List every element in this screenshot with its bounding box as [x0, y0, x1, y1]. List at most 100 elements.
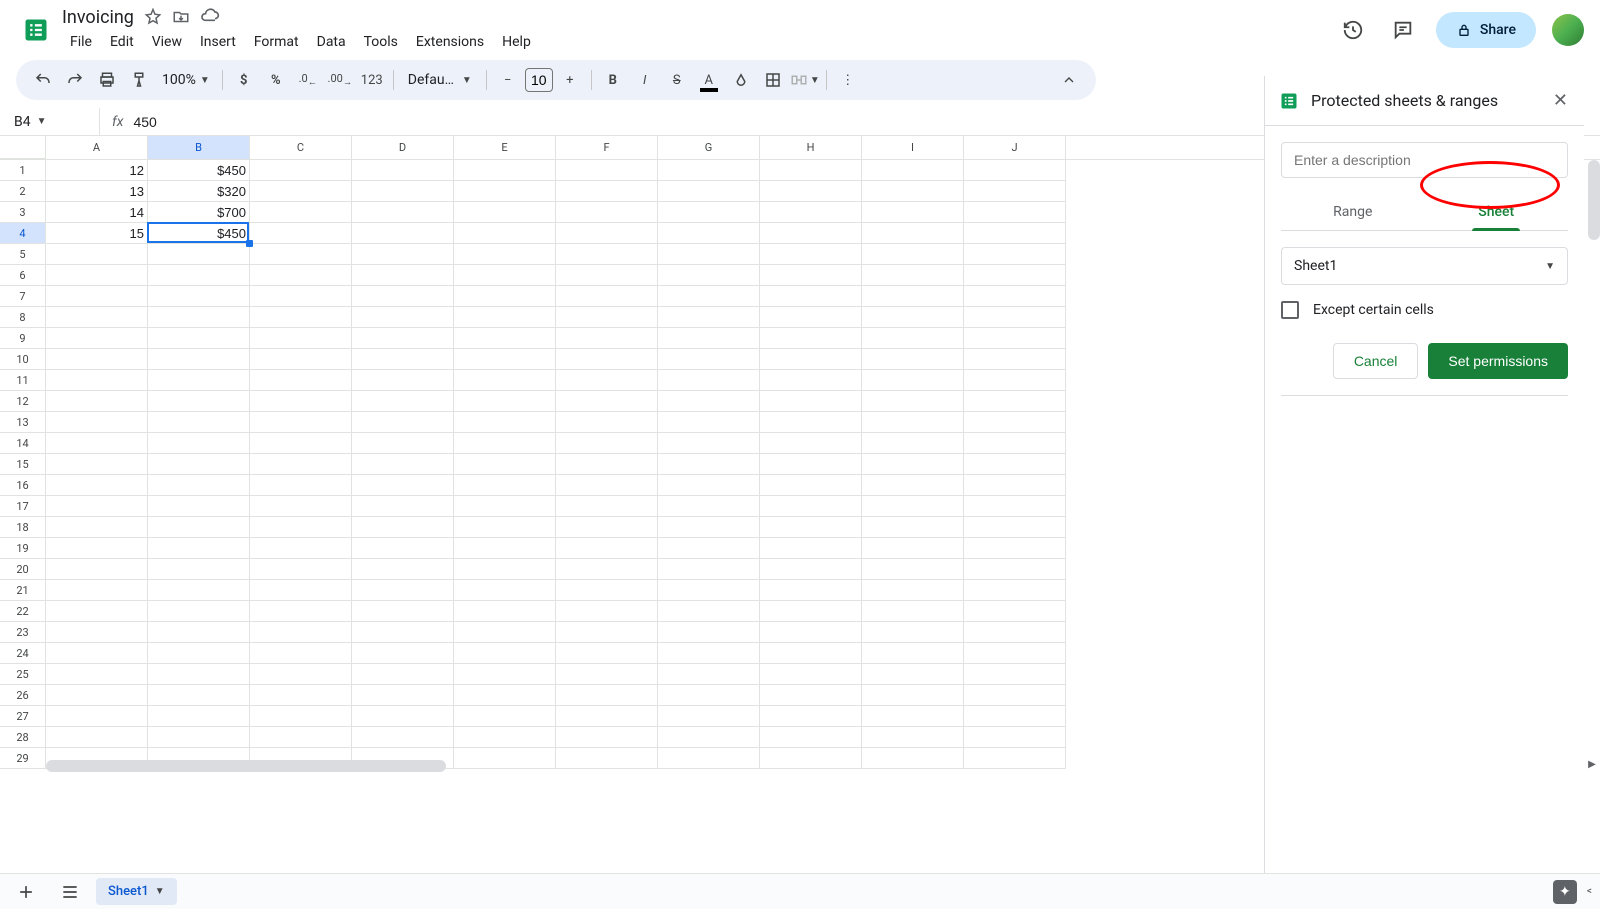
cell[interactable] [658, 496, 760, 517]
row-header[interactable]: 1 [0, 160, 46, 181]
cell[interactable] [862, 538, 964, 559]
cell[interactable] [760, 601, 862, 622]
cell[interactable]: $700 [148, 202, 250, 223]
cell[interactable] [658, 685, 760, 706]
row-header[interactable]: 17 [0, 496, 46, 517]
cell[interactable] [556, 475, 658, 496]
cell[interactable] [454, 160, 556, 181]
row-header[interactable]: 2 [0, 181, 46, 202]
cell[interactable] [556, 517, 658, 538]
cell[interactable] [862, 412, 964, 433]
cell[interactable]: $320 [148, 181, 250, 202]
cell[interactable] [148, 559, 250, 580]
cell[interactable] [454, 202, 556, 223]
cell[interactable] [46, 643, 148, 664]
cell[interactable] [250, 580, 352, 601]
increase-decimal-button[interactable]: .00→ [325, 65, 355, 95]
cell[interactable] [964, 160, 1066, 181]
cell[interactable] [454, 601, 556, 622]
row-header[interactable]: 28 [0, 727, 46, 748]
cell[interactable] [454, 706, 556, 727]
cell[interactable] [862, 307, 964, 328]
cell[interactable] [556, 370, 658, 391]
cell[interactable] [148, 349, 250, 370]
cell[interactable] [964, 223, 1066, 244]
cell[interactable] [760, 181, 862, 202]
row-header[interactable]: 8 [0, 307, 46, 328]
cell[interactable] [862, 223, 964, 244]
cell[interactable] [556, 391, 658, 412]
cell[interactable] [658, 328, 760, 349]
row-header[interactable]: 4 [0, 223, 46, 244]
cell[interactable] [454, 349, 556, 370]
cell[interactable] [250, 727, 352, 748]
cell[interactable] [862, 559, 964, 580]
cell[interactable] [352, 286, 454, 307]
cell[interactable] [658, 706, 760, 727]
cell[interactable] [862, 475, 964, 496]
cell[interactable] [46, 517, 148, 538]
cell[interactable] [454, 433, 556, 454]
cell[interactable] [46, 412, 148, 433]
cell[interactable] [250, 307, 352, 328]
cell[interactable] [760, 517, 862, 538]
cell[interactable] [862, 265, 964, 286]
move-icon[interactable] [172, 8, 190, 26]
cell[interactable] [658, 517, 760, 538]
cell[interactable] [352, 454, 454, 475]
row-header[interactable]: 15 [0, 454, 46, 475]
column-header[interactable]: C [250, 136, 352, 159]
cell[interactable] [250, 538, 352, 559]
cell[interactable] [556, 601, 658, 622]
cell[interactable] [46, 685, 148, 706]
cell[interactable] [148, 433, 250, 454]
cell[interactable] [862, 727, 964, 748]
cell[interactable] [556, 286, 658, 307]
menu-edit[interactable]: Edit [102, 30, 142, 54]
cell[interactable] [454, 727, 556, 748]
cell[interactable] [352, 496, 454, 517]
scroll-right-button[interactable]: ▶ [1584, 756, 1600, 772]
set-permissions-button[interactable]: Set permissions [1428, 343, 1568, 379]
cell[interactable] [964, 580, 1066, 601]
cell[interactable] [556, 643, 658, 664]
cell[interactable] [658, 307, 760, 328]
cell[interactable] [148, 454, 250, 475]
cell[interactable] [148, 475, 250, 496]
cell[interactable] [250, 517, 352, 538]
cell[interactable] [46, 433, 148, 454]
cell[interactable] [658, 538, 760, 559]
cell[interactable] [454, 265, 556, 286]
cell[interactable] [454, 307, 556, 328]
cell[interactable] [454, 223, 556, 244]
cell[interactable] [862, 496, 964, 517]
cell[interactable] [46, 559, 148, 580]
cell[interactable] [964, 643, 1066, 664]
cell[interactable] [352, 244, 454, 265]
cell[interactable] [148, 391, 250, 412]
cell[interactable] [148, 622, 250, 643]
cell[interactable] [964, 286, 1066, 307]
cell[interactable] [352, 307, 454, 328]
cell[interactable] [556, 496, 658, 517]
cell[interactable] [760, 538, 862, 559]
cell[interactable] [46, 475, 148, 496]
cell[interactable] [760, 244, 862, 265]
add-sheet-button[interactable] [8, 877, 44, 907]
sheet-tab-sheet1[interactable]: Sheet1 ▼ [96, 878, 177, 905]
cell[interactable] [46, 664, 148, 685]
cell[interactable] [964, 538, 1066, 559]
cell[interactable] [454, 580, 556, 601]
column-header[interactable]: D [352, 136, 454, 159]
cell[interactable] [454, 412, 556, 433]
cell[interactable] [760, 727, 862, 748]
row-header[interactable]: 16 [0, 475, 46, 496]
cell[interactable]: 14 [46, 202, 148, 223]
cell[interactable] [352, 160, 454, 181]
cell[interactable] [46, 286, 148, 307]
cell[interactable] [46, 391, 148, 412]
cell[interactable] [658, 349, 760, 370]
row-header[interactable]: 23 [0, 622, 46, 643]
cell[interactable] [658, 727, 760, 748]
print-button[interactable] [92, 65, 122, 95]
